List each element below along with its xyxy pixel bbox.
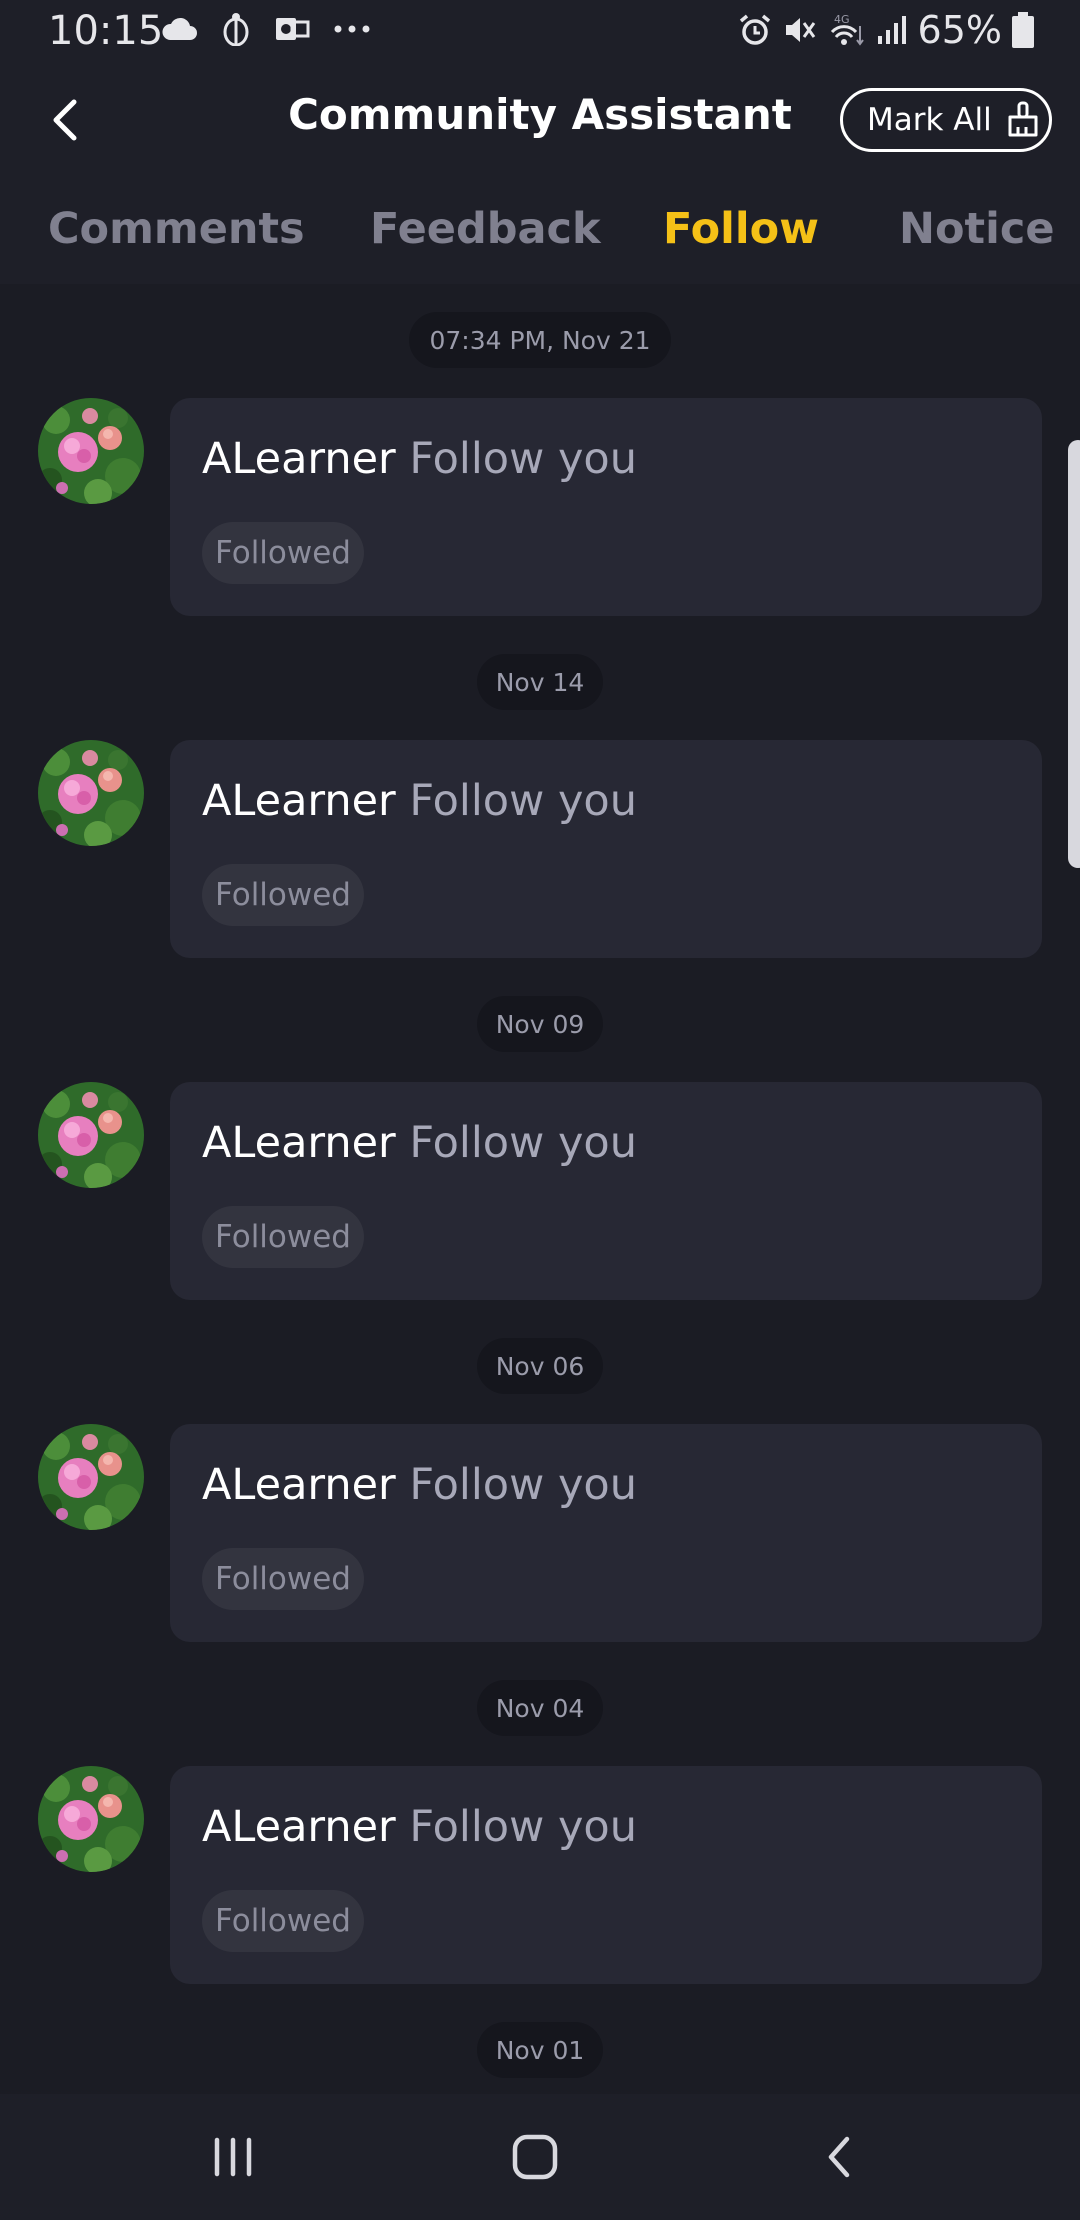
username[interactable]: ALearner	[202, 776, 396, 826]
action-text: Follow you	[409, 1802, 637, 1852]
action-text: Follow you	[409, 1460, 637, 1510]
follow-notification-card[interactable]: ALearner Follow you Followed	[170, 1766, 1042, 1984]
notification-text: ALearner Follow you	[202, 776, 637, 826]
follow-notification-card[interactable]: ALearner Follow you Followed	[170, 740, 1042, 958]
scrollbar-thumb[interactable]	[1068, 440, 1080, 868]
avatar[interactable]	[38, 398, 144, 504]
back-icon	[828, 2136, 850, 2178]
username[interactable]: ALearner	[202, 1802, 396, 1852]
4g-wifi-icon: 4G	[830, 13, 864, 46]
avatar[interactable]	[38, 740, 144, 846]
notification-text: ALearner Follow you	[202, 1802, 637, 1852]
followed-button[interactable]: Followed	[202, 1206, 364, 1268]
action-text: Follow you	[409, 776, 637, 826]
back-nav-button[interactable]	[804, 2124, 874, 2190]
back-button[interactable]	[36, 92, 92, 148]
beetle-icon	[223, 13, 249, 46]
outlook-icon	[276, 18, 310, 40]
date-label: Nov 01	[477, 2022, 603, 2078]
followed-button[interactable]: Followed	[202, 864, 364, 926]
date-label: Nov 06	[477, 1338, 603, 1394]
more-dots-icon	[334, 25, 370, 33]
action-text: Follow you	[409, 434, 637, 484]
app-header: Community Assistant Mark All	[0, 64, 1080, 176]
username[interactable]: ALearner	[202, 434, 396, 484]
notification-text: ALearner Follow you	[202, 434, 637, 484]
recents-button[interactable]	[198, 2124, 268, 2190]
home-button[interactable]	[500, 2124, 570, 2190]
status-bar: 10:15 4G 65%	[0, 0, 1080, 64]
status-right-icons: 4G 65%	[738, 8, 1034, 52]
followed-button[interactable]: Followed	[202, 1548, 364, 1610]
system-nav-bar	[0, 2094, 1080, 2220]
follow-notification-card[interactable]: ALearner Follow you Followed	[170, 1082, 1042, 1300]
signal-icon	[877, 16, 906, 44]
date-label: Nov 09	[477, 996, 603, 1052]
notification-text: ALearner Follow you	[202, 1118, 637, 1168]
battery-icon	[1012, 12, 1034, 48]
follow-notification-card[interactable]: ALearner Follow you Followed	[170, 1424, 1042, 1642]
recents-icon	[214, 2137, 252, 2177]
broom-icon	[1008, 101, 1038, 137]
avatar[interactable]	[38, 1082, 144, 1188]
tab-feedback[interactable]: Feedback	[370, 204, 601, 254]
chevron-left-icon	[53, 99, 77, 141]
status-time: 10:15	[48, 8, 164, 54]
tab-bar: Comments Feedback Follow Notice	[0, 176, 1080, 284]
tab-notice[interactable]: Notice	[899, 204, 1054, 254]
follow-notification-card[interactable]: ALearner Follow you Followed	[170, 398, 1042, 616]
mark-all-label: Mark All	[867, 102, 992, 138]
date-label: 07:34 PM, Nov 21	[409, 312, 671, 368]
svg-text:4G: 4G	[834, 13, 850, 26]
username[interactable]: ALearner	[202, 1460, 396, 1510]
avatar[interactable]	[38, 1766, 144, 1872]
notification-feed[interactable]: 07:34 PM, Nov 21 ALearner Follow you Fol…	[0, 284, 1080, 2094]
avatar[interactable]	[38, 1424, 144, 1530]
mute-icon	[785, 18, 815, 42]
cloud-icon	[162, 17, 197, 40]
username[interactable]: ALearner	[202, 1118, 396, 1168]
date-label: Nov 04	[477, 1680, 603, 1736]
status-left-icons	[162, 12, 372, 46]
alarm-icon	[739, 14, 770, 45]
tab-comments[interactable]: Comments	[48, 204, 305, 254]
date-label: Nov 14	[477, 654, 603, 710]
notification-text: ALearner Follow you	[202, 1460, 637, 1510]
tab-follow[interactable]: Follow	[663, 204, 819, 254]
home-icon	[512, 2134, 558, 2180]
followed-button[interactable]: Followed	[202, 522, 364, 584]
mark-all-button[interactable]: Mark All	[840, 88, 1052, 152]
action-text: Follow you	[409, 1118, 637, 1168]
battery-percent: 65%	[917, 8, 1002, 52]
followed-button[interactable]: Followed	[202, 1890, 364, 1952]
